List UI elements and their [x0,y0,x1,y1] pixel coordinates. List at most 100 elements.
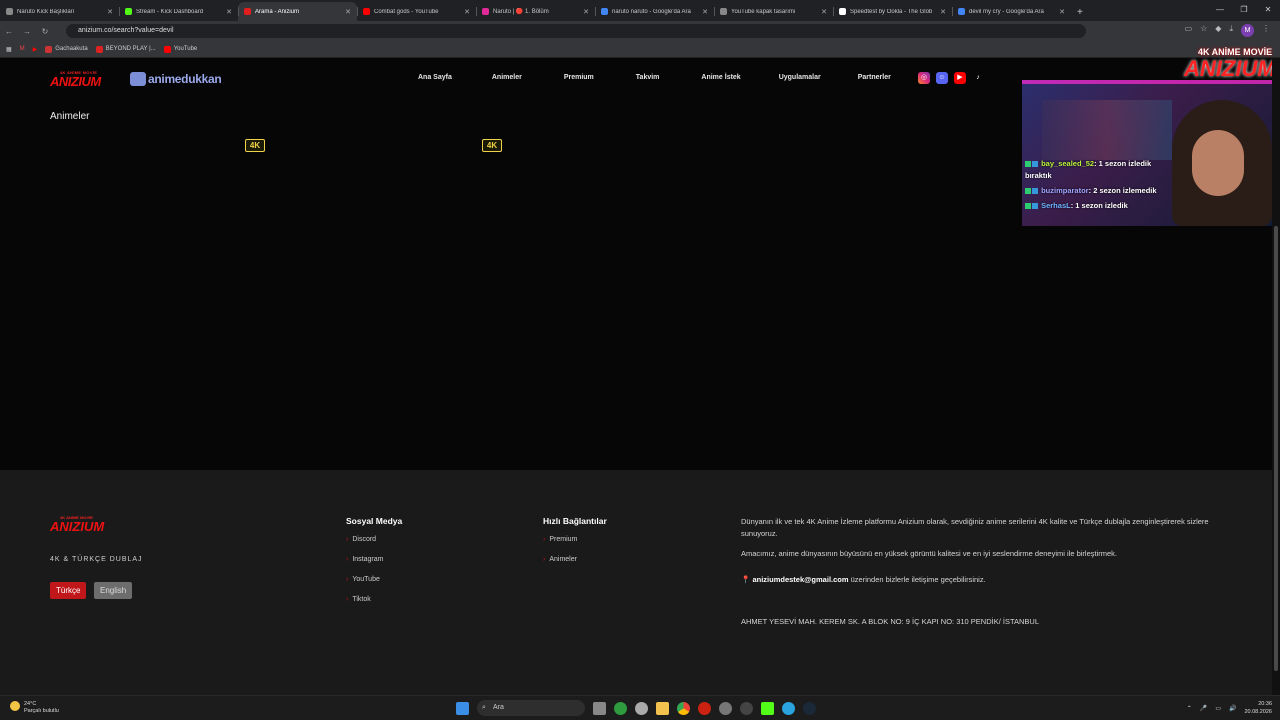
xbox-icon[interactable] [614,701,627,715]
language-english-button[interactable]: English [94,582,133,599]
bookmark-item[interactable]: YouTube [163,45,197,53]
tab-title: Stream - Kick Dashboard [136,8,204,15]
volume-icon[interactable]: 🔊 [1229,705,1236,712]
apps-icon[interactable]: ▦ [6,46,12,53]
tab-close-icon[interactable]: ✕ [464,8,470,16]
tab-close-icon[interactable]: ✕ [226,8,232,16]
tab-title: Arama - Anizium [255,8,300,15]
footer-link-premium[interactable]: Premium [543,536,607,556]
footer-social-column: Sosyal Medya Discord Instagram YouTube T… [346,516,402,616]
bookmark-favicon [45,45,53,53]
footer-link-discord[interactable]: Discord [346,536,402,556]
tab-close-icon[interactable]: ✕ [107,8,113,16]
browser-tab[interactable]: Naruto Kick Başlıkları ✕ [0,2,119,21]
tab-close-icon[interactable]: ✕ [821,8,827,16]
reload-icon[interactable]: ↻ [36,27,54,36]
nav-partners[interactable]: Partnerler [858,74,891,81]
opera-icon[interactable] [698,701,711,715]
tab-favicon-icon [244,8,251,15]
instagram-icon[interactable]: ◎ [918,72,930,84]
steam-icon[interactable] [803,701,816,715]
taskbar-search[interactable]: ⌕ Ara [477,700,585,716]
telegram-icon[interactable] [782,701,795,715]
profile-avatar[interactable]: M [1241,24,1254,37]
contact-email[interactable]: aniziumdestek@gmail.com [752,575,848,584]
menu-icon[interactable]: ⋮ [1262,24,1270,37]
youtube-icon[interactable]: ▶ [954,72,966,84]
discord-icon[interactable]: ☺ [936,72,948,84]
footer-tagline: 4K & TÜRKÇE DUBLAJ [50,556,143,563]
footer-link-youtube[interactable]: YouTube [346,576,402,596]
tab-favicon-icon [125,8,132,15]
chrome-icon[interactable] [677,701,690,715]
bookmark-item[interactable]: BEYOND PLAY |... [95,45,156,53]
obs-icon[interactable] [740,701,753,715]
clock[interactable]: 20:36 20.08.2026 [1244,700,1272,716]
tray-chevron-icon[interactable]: ⌃ [1187,705,1192,712]
new-tab-button[interactable]: + [1077,7,1083,18]
url-field[interactable]: anizium.co/search?value=devil [66,24,1086,38]
windows-taskbar: 24°C Parçalı bulutlu ⌕ Ara ⌃ 🎤 ▭ 🔊 20:36 20… [0,695,1280,720]
settings-icon[interactable] [635,701,648,715]
browser-tab[interactable]: Naruto | 🔴 1. Bölüm ✕ [476,2,595,21]
close-icon[interactable]: ✕ [1256,0,1280,21]
minimize-icon[interactable]: — [1208,0,1232,21]
shop-icon [130,72,146,86]
tab-close-icon[interactable]: ✕ [1059,8,1065,16]
browser-tab[interactable]: naruto naruto - Google'da Ara ✕ [595,2,714,21]
4k-badge[interactable]: 4K [482,139,502,152]
footer-logo[interactable]: 4K ANİME MOVİE ANIZIUM [50,515,108,535]
gmail-icon[interactable]: M [20,46,25,52]
microphone-icon[interactable]: 🎤 [1200,705,1207,712]
badge-icon [1025,203,1031,210]
tab-close-icon[interactable]: ✕ [940,8,946,16]
extension-icon[interactable]: ◆ [1215,24,1221,37]
4k-badge[interactable]: 4K [245,139,265,152]
contact-line: 📍 aniziumdestek@gmail.com üzerinden bizl… [741,575,986,584]
browser-tab[interactable]: Combat gods - YouTube ✕ [357,2,476,21]
forward-icon[interactable]: → [18,27,36,36]
chat-message: SerhasL: 1 sezon izledik [1025,200,1165,212]
page-scrollbar[interactable] [1272,58,1280,695]
nav-home[interactable]: Ana Sayfa [418,74,452,81]
gear-icon[interactable] [719,701,732,715]
bookmark-item[interactable]: Gachaakuta [45,45,88,53]
nav-premium[interactable]: Premium [564,74,594,81]
nav-apps[interactable]: Uygulamalar [779,74,821,81]
footer-link-animes[interactable]: Animeler [543,556,607,576]
weather-widget[interactable]: 24°C Parçalı bulutlu [10,701,59,715]
chat-message: bay_sealed_52: 1 sezon izledik bıraktık [1025,159,1152,180]
nav-calendar[interactable]: Takvim [636,74,660,81]
task-view-icon[interactable] [593,701,606,715]
maximize-icon[interactable]: ❐ [1232,0,1256,21]
tab-close-icon[interactable]: ✕ [583,8,589,16]
tab-close-icon[interactable]: ✕ [702,8,708,16]
tiktok-icon[interactable]: ♪ [972,72,984,84]
browser-tab[interactable]: Arama - Anizium ✕ [238,2,357,21]
download-icon[interactable]: ⤓ [1229,24,1233,37]
file-explorer-icon[interactable] [656,701,669,715]
browser-tab[interactable]: Speedtest by Ookla - The Glob ✕ [833,2,952,21]
footer-link-instagram[interactable]: Instagram [346,556,402,576]
browser-tab[interactable]: YouTube kapak tasarımı ✕ [714,2,833,21]
scrollbar-thumb[interactable] [1274,226,1278,671]
kick-icon[interactable] [761,701,774,715]
animedukkan-logo[interactable]: animedukkan [130,72,222,86]
star-icon[interactable]: ☆ [1200,24,1207,37]
nav-anime-request[interactable]: Anime İstek [701,74,740,81]
location-pin-icon: 📍 [741,575,751,584]
tab-favicon-icon [482,8,489,15]
youtube-icon[interactable]: ▶ [33,46,38,53]
cast-icon[interactable]: ▭ [1185,24,1193,37]
tab-close-icon[interactable]: ✕ [345,8,351,16]
badge-icon [1032,188,1038,195]
network-icon[interactable]: ▭ [1215,705,1221,712]
site-logo[interactable]: 4K ANİME MOVİE ANIZIUM [50,70,108,90]
start-icon[interactable] [456,701,469,715]
browser-tab[interactable]: devil my cry - Google'da Ara ✕ [952,2,1071,21]
language-turkish-button[interactable]: Türkçe [50,582,87,599]
browser-tab[interactable]: Stream - Kick Dashboard ✕ [119,2,238,21]
footer-link-tiktok[interactable]: Tiktok [346,596,402,616]
back-icon[interactable]: ← [0,27,18,36]
nav-animes[interactable]: Animeler [492,74,522,81]
